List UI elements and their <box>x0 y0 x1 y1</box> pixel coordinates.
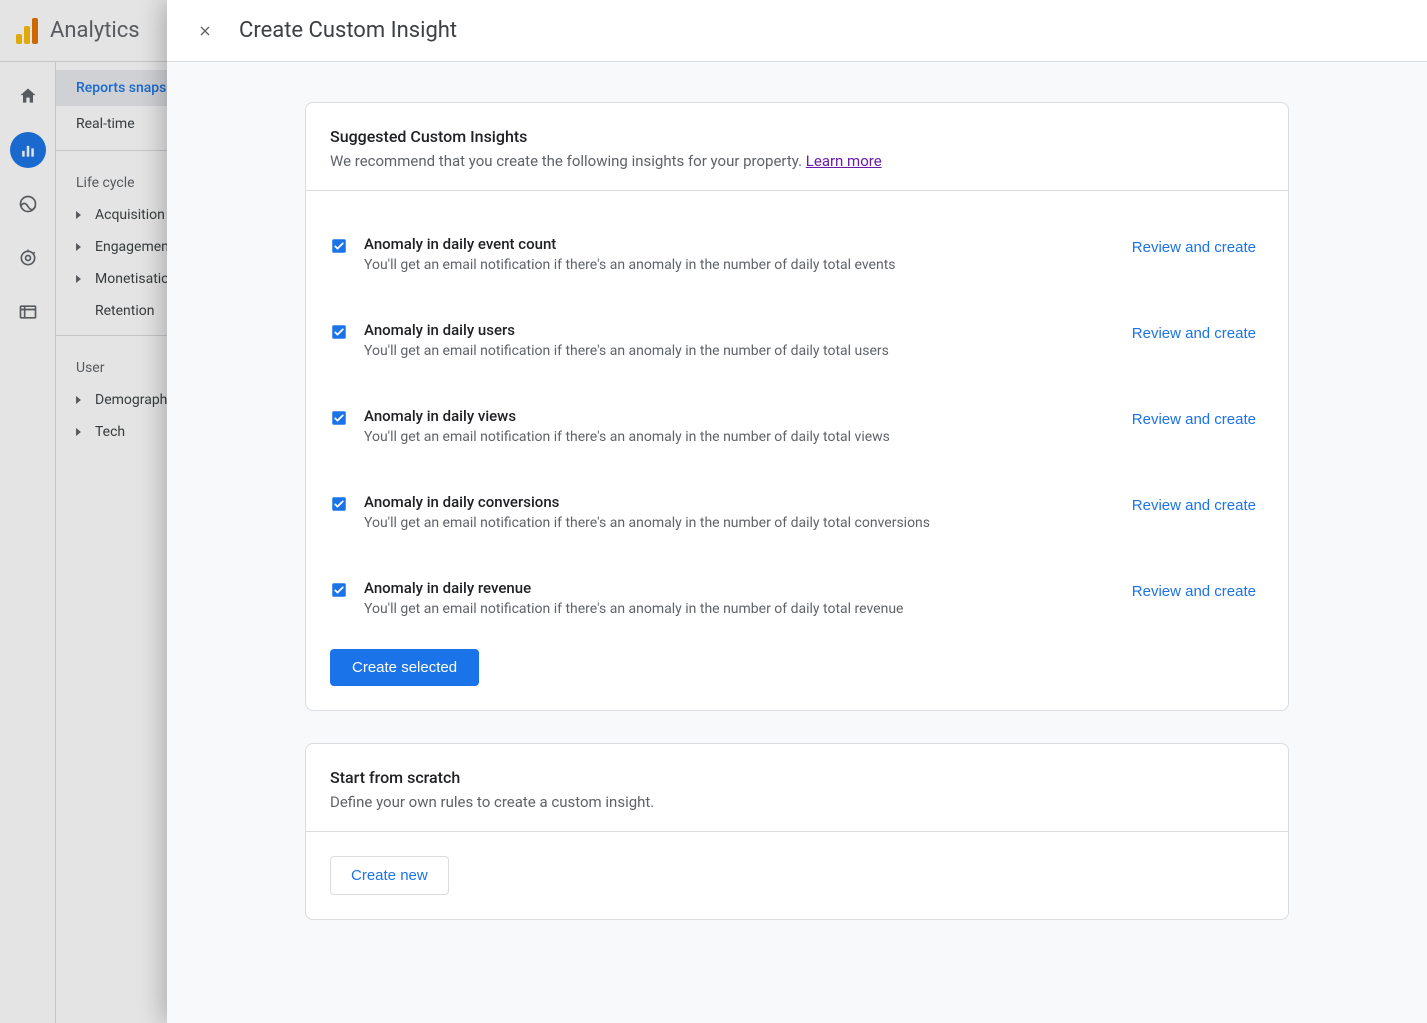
configure-icon[interactable] <box>10 294 46 330</box>
insight-checkbox[interactable] <box>330 323 348 341</box>
checkbox-checked-icon <box>330 495 348 513</box>
insight-checkbox[interactable] <box>330 409 348 427</box>
suggested-insights-card: Suggested Custom Insights We recommend t… <box>305 102 1289 711</box>
insight-title: Anomaly in daily users <box>364 321 1108 339</box>
card-body: Create new <box>306 832 1288 919</box>
insight-desc: You'll get an email notification if ther… <box>364 601 1108 617</box>
nav-item-label: Real-time <box>76 116 135 132</box>
insight-row: Anomaly in daily views You'll get an emai… <box>330 383 1264 469</box>
insight-row: Anomaly in daily users You'll get an emai… <box>330 297 1264 383</box>
caret-right-icon <box>76 243 81 251</box>
checkbox-checked-icon <box>330 323 348 341</box>
insight-checkbox[interactable] <box>330 581 348 599</box>
home-icon[interactable] <box>10 78 46 114</box>
insight-desc: You'll get an email notification if ther… <box>364 515 1108 531</box>
insight-title: Anomaly in daily conversions <box>364 493 1108 511</box>
panel-header: Create Custom Insight <box>167 0 1427 62</box>
close-icon <box>197 22 213 40</box>
card-subtext: We recommend that you create the followi… <box>330 152 1264 170</box>
checkbox-checked-icon <box>330 581 348 599</box>
insight-text: Anomaly in daily conversions You'll get a… <box>364 493 1108 531</box>
learn-more-link[interactable]: Learn more <box>806 152 882 170</box>
analytics-logo-icon <box>16 18 38 44</box>
review-and-create-button[interactable]: Review and create <box>1124 407 1264 432</box>
review-and-create-button[interactable]: Review and create <box>1124 493 1264 518</box>
caret-right-icon <box>76 275 81 283</box>
insight-checkbox[interactable] <box>330 495 348 513</box>
checkbox-checked-icon <box>330 237 348 255</box>
nav-item-label: Retention <box>95 303 155 319</box>
card-subtext-text: We recommend that you create the followi… <box>330 152 806 170</box>
insight-text: Anomaly in daily views You'll get an emai… <box>364 407 1108 445</box>
caret-right-icon <box>76 211 81 219</box>
insight-row: Anomaly in daily conversions You'll get a… <box>330 469 1264 555</box>
nav-item-label: Tech <box>95 424 125 440</box>
card-header: Start from scratch Define your own rules… <box>306 744 1288 832</box>
insight-title: Anomaly in daily revenue <box>364 579 1108 597</box>
checkbox-checked-icon <box>330 409 348 427</box>
panel-title: Create Custom Insight <box>239 18 457 43</box>
card-heading: Start from scratch <box>330 768 1264 787</box>
insight-checkbox[interactable] <box>330 237 348 255</box>
create-insight-panel: Create Custom Insight Suggested Custom I… <box>167 0 1427 1023</box>
insight-desc: You'll get an email notification if ther… <box>364 257 1108 273</box>
insight-text: Anomaly in daily event count You'll get a… <box>364 235 1108 273</box>
explore-icon[interactable] <box>10 186 46 222</box>
start-from-scratch-card: Start from scratch Define your own rules… <box>305 743 1289 920</box>
insight-desc: You'll get an email notification if ther… <box>364 429 1108 445</box>
card-heading: Suggested Custom Insights <box>330 127 1264 146</box>
insight-text: Anomaly in daily users You'll get an emai… <box>364 321 1108 359</box>
caret-right-icon <box>76 428 81 436</box>
create-selected-button[interactable]: Create selected <box>330 649 479 686</box>
advertising-icon[interactable] <box>10 240 46 276</box>
panel-body: Suggested Custom Insights We recommend t… <box>167 62 1427 1023</box>
create-new-button[interactable]: Create new <box>330 856 449 895</box>
review-and-create-button[interactable]: Review and create <box>1124 579 1264 604</box>
insight-title: Anomaly in daily event count <box>364 235 1108 253</box>
review-and-create-button[interactable]: Review and create <box>1124 235 1264 260</box>
nav-item-label: Monetisation <box>95 271 177 287</box>
insight-row: Anomaly in daily event count You'll get a… <box>330 211 1264 297</box>
nav-item-label: Engagement <box>95 239 173 255</box>
insight-desc: You'll get an email notification if ther… <box>364 343 1108 359</box>
nav-item-label: Acquisition <box>95 207 165 223</box>
card-subtext: Define your own rules to create a custom… <box>330 793 1264 811</box>
insight-text: Anomaly in daily revenue You'll get an em… <box>364 579 1108 617</box>
insight-row: Anomaly in daily revenue You'll get an em… <box>330 555 1264 641</box>
card-header: Suggested Custom Insights We recommend t… <box>306 103 1288 191</box>
close-button[interactable] <box>191 17 219 45</box>
insight-title: Anomaly in daily views <box>364 407 1108 425</box>
insight-list: Anomaly in daily event count You'll get a… <box>306 191 1288 710</box>
review-and-create-button[interactable]: Review and create <box>1124 321 1264 346</box>
reports-icon[interactable] <box>10 132 46 168</box>
caret-right-icon <box>76 396 81 404</box>
app-title: Analytics <box>50 18 140 43</box>
icon-rail <box>0 62 56 1023</box>
